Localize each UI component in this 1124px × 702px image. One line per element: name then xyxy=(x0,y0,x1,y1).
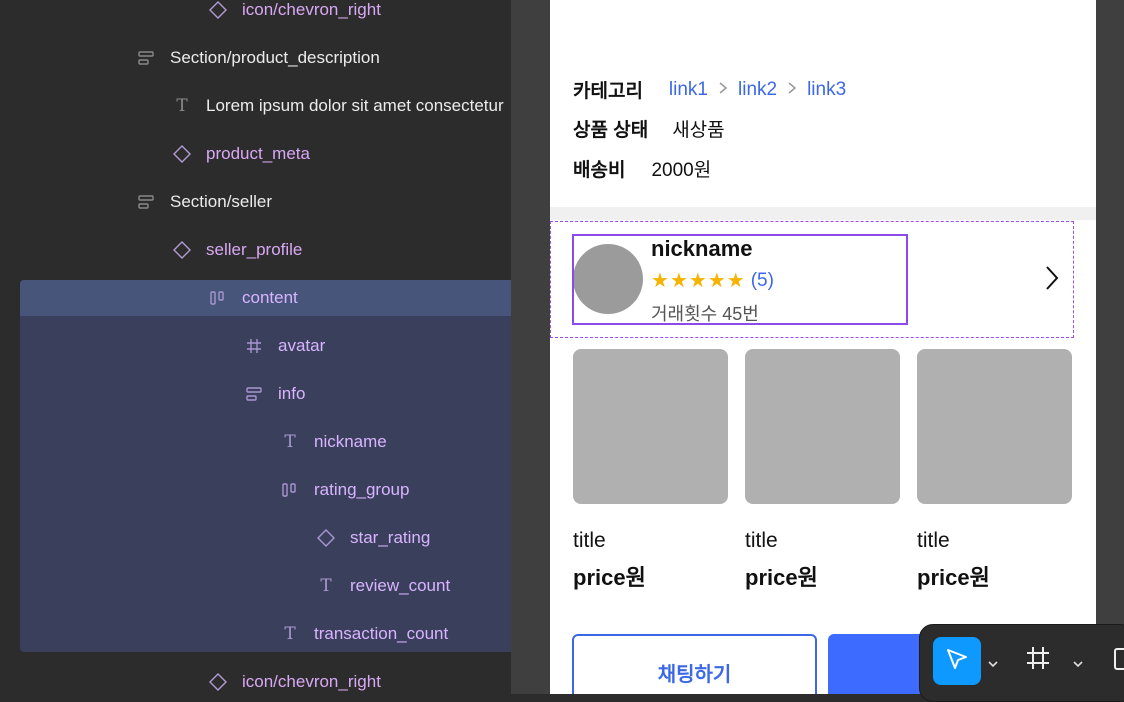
category-row: 카테고리 link1 link2 link3 xyxy=(573,76,846,103)
layer-label: review_count xyxy=(350,576,451,595)
bottom-toolbar xyxy=(919,624,1124,702)
component-instance-icon xyxy=(170,238,194,262)
move-icon xyxy=(944,646,970,677)
product-title: title xyxy=(745,529,778,552)
product-price: price원 xyxy=(745,565,818,590)
autolayout-vertical-icon xyxy=(134,46,158,70)
autolayout-vertical-icon xyxy=(242,382,266,406)
component-instance-icon xyxy=(206,0,230,22)
layer-row-nickname[interactable]: T nickname xyxy=(278,418,387,466)
layer-label: avatar xyxy=(278,336,326,355)
text-layer-icon: T xyxy=(176,96,188,116)
component-instance-icon xyxy=(170,142,194,166)
breadcrumb-link-2[interactable]: link2 xyxy=(738,79,777,101)
layer-row-info[interactable]: info xyxy=(242,370,305,418)
condition-value: 새상품 xyxy=(672,120,725,141)
selected-content-frame xyxy=(572,234,908,325)
breadcrumb-link-1[interactable]: link1 xyxy=(669,79,708,101)
layer-row-section-product-description[interactable]: Section/product_description xyxy=(134,34,380,82)
shipping-row: 배송비 2000원 xyxy=(573,155,711,182)
shape-icon[interactable] xyxy=(1113,647,1124,676)
layer-row-transaction-count[interactable]: T transaction_count xyxy=(278,610,448,658)
condition-label: 상품 상태 xyxy=(573,120,649,141)
layer-row-icon-chevron-right[interactable]: icon/chevron_right xyxy=(206,658,381,694)
layer-label: seller_profile xyxy=(206,240,303,259)
product-price: price원 xyxy=(573,565,646,590)
product-title: title xyxy=(917,529,950,552)
product-title: title xyxy=(573,529,606,552)
layer-label: info xyxy=(278,384,306,403)
product-thumbnail[interactable] xyxy=(745,349,900,504)
breadcrumb-link-3[interactable]: link3 xyxy=(807,79,846,101)
layer-label: rating_group xyxy=(314,480,410,499)
layer-row-content[interactable]: content xyxy=(206,274,298,322)
chat-button[interactable]: 채팅하기 xyxy=(572,634,817,694)
category-label: 카테고리 xyxy=(573,81,643,102)
autolayout-vertical-icon xyxy=(134,190,158,214)
layer-row-product-meta[interactable]: product_meta xyxy=(170,130,310,178)
product-thumbnail[interactable] xyxy=(917,349,1072,504)
layer-row-avatar[interactable]: avatar xyxy=(242,322,325,370)
product-thumbnail[interactable] xyxy=(573,349,728,504)
text-layer-icon: T xyxy=(320,576,332,596)
chevron-right-icon[interactable] xyxy=(1044,264,1060,297)
layer-label: transaction_count xyxy=(314,624,449,643)
product-price: price원 xyxy=(917,565,990,590)
autolayout-horizontal-icon xyxy=(278,478,302,502)
layer-row-icon-chevron-right[interactable]: icon/chevron_right xyxy=(206,0,381,34)
move-tool-button[interactable] xyxy=(933,637,981,685)
frame-grid-icon xyxy=(242,334,266,358)
text-layer-icon: T xyxy=(284,624,296,644)
shipping-label: 배송비 xyxy=(573,160,626,181)
component-instance-icon xyxy=(314,526,338,550)
autolayout-horizontal-icon xyxy=(206,286,230,310)
layer-label: product_meta xyxy=(206,144,310,163)
layer-row-rating-group[interactable]: rating_group xyxy=(278,466,409,514)
chevron-right-icon xyxy=(718,79,728,100)
condition-row: 상품 상태 새상품 xyxy=(573,115,725,142)
layer-row-section-seller[interactable]: Section/seller xyxy=(134,178,272,226)
layer-label: icon/chevron_right xyxy=(242,0,381,19)
layer-label: Lorem ipsum dolor sit amet consectetur xyxy=(206,96,504,115)
layer-label: icon/chevron_right xyxy=(242,672,381,691)
frame-icon[interactable] xyxy=(1025,645,1051,676)
section-divider xyxy=(550,207,1096,220)
layer-row-star-rating[interactable]: star_rating xyxy=(314,514,430,562)
chevron-down-icon[interactable] xyxy=(1073,655,1083,673)
layer-label: nickname xyxy=(314,432,387,451)
layer-label: content xyxy=(242,288,298,307)
chevron-down-icon[interactable] xyxy=(988,655,998,673)
phone-frame[interactable]: 카테고리 link1 link2 link3 상품 상태 새상품 배송비 200… xyxy=(550,0,1096,694)
layer-label: Section/product_description xyxy=(170,48,380,67)
layer-label: Section/seller xyxy=(170,192,273,211)
layer-row-review-count[interactable]: T review_count xyxy=(314,562,450,610)
layers-panel: icon/chevron_right Section/product_descr… xyxy=(0,0,511,694)
component-instance-icon xyxy=(206,670,230,694)
layer-label: star_rating xyxy=(350,528,431,547)
text-layer-icon: T xyxy=(284,432,296,452)
chevron-right-icon xyxy=(787,79,797,100)
layer-row-seller-profile[interactable]: seller_profile xyxy=(170,226,302,274)
layer-row-lorem-text[interactable]: T Lorem ipsum dolor sit amet consectetur xyxy=(170,82,504,130)
shipping-value: 2000원 xyxy=(651,160,712,181)
